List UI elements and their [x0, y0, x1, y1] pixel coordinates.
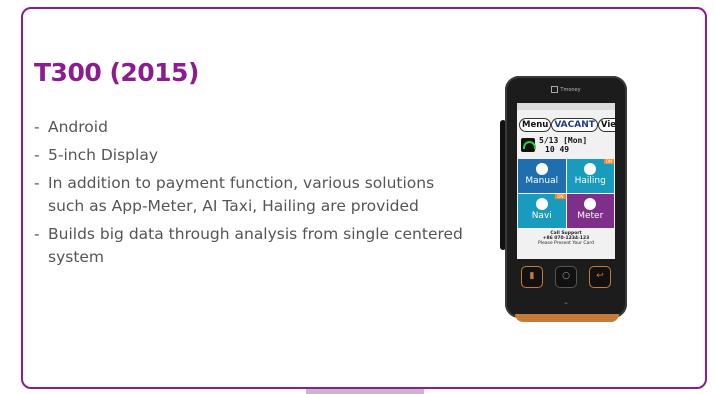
taxi-icon: [584, 163, 597, 175]
vacant-status: VACANT: [551, 118, 598, 132]
on-badge: ON: [555, 194, 566, 199]
tile-manual: Manual: [518, 159, 566, 193]
feature-list: Android 5-inch Display In addition to pa…: [34, 116, 464, 274]
menu-button: Menu: [519, 118, 552, 132]
on-badge: ON: [603, 159, 614, 164]
date-label: 5/13 [Mon]: [539, 136, 588, 145]
tile-navi: ON Navi: [518, 194, 566, 228]
feature-item: Android: [34, 116, 464, 139]
meter-gauge-icon: [584, 198, 597, 210]
brand-logo-icon: [551, 86, 559, 93]
slide-title: T300 (2015): [34, 58, 199, 87]
payment-terminal-image: Tmoney Menu VACANT View 5/13 [Mon] 10 49…: [505, 76, 627, 318]
date-time-row: 5/13 [Mon] 10 49: [517, 134, 615, 156]
feature-item: Builds big data through analysis from si…: [34, 223, 464, 269]
device-base: [515, 314, 619, 322]
hardware-buttons: ▮ ○ ↩: [521, 266, 611, 288]
manual-icon: [535, 163, 548, 175]
support-info: Call Support +86 070-1234-123 Please Pre…: [517, 231, 615, 246]
signal-icon: [521, 138, 536, 152]
time-label: 10 49: [545, 145, 570, 154]
feature-item: 5-inch Display: [34, 144, 464, 167]
view-button: View: [597, 118, 615, 132]
location-pin-icon: [535, 198, 548, 210]
home-button-icon: ○: [555, 266, 577, 288]
menu-tiles: Manual ON Hailing ON Navi Meter: [517, 156, 615, 228]
bottom-tab[interactable]: [306, 389, 424, 394]
tile-meter: Meter: [566, 194, 614, 228]
screen-status-bar: [517, 103, 615, 110]
device-screen: Menu VACANT View 5/13 [Mon] 10 49 Manual…: [517, 103, 615, 259]
device-brand: Tmoney: [505, 86, 627, 93]
usb-icon: ⌁: [564, 300, 568, 307]
card-prompt: Please Present Your Card: [538, 241, 594, 246]
trash-button-icon: ▮: [521, 266, 543, 288]
screen-top-row: Menu VACANT View: [517, 110, 615, 134]
feature-item: In addition to payment function, various…: [34, 172, 464, 218]
tile-hailing: ON Hailing: [566, 159, 614, 193]
back-button-icon: ↩: [589, 266, 611, 288]
